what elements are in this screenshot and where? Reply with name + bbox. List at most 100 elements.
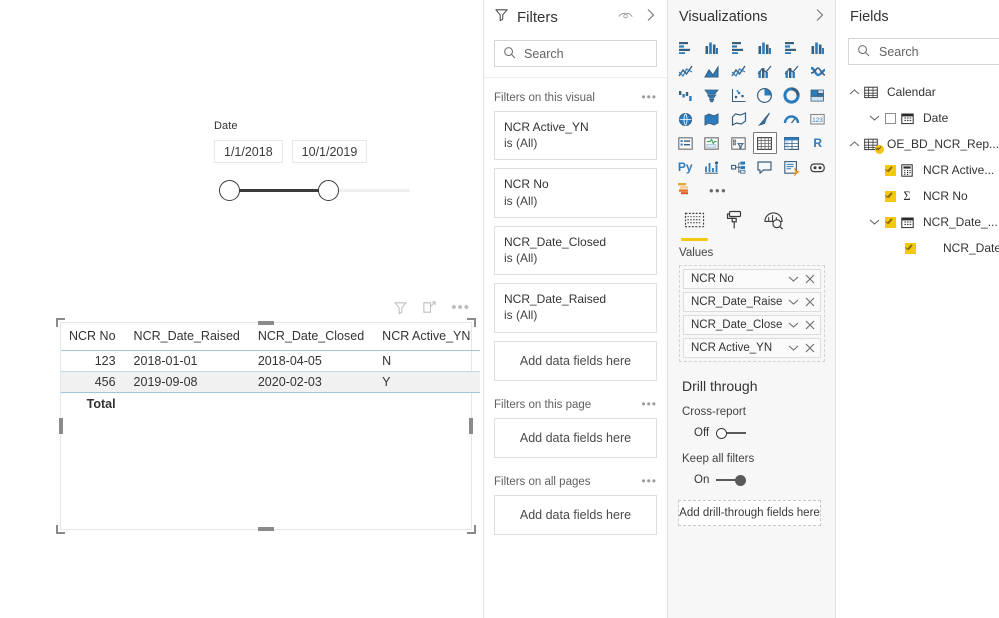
- matrix-icon[interactable]: [779, 132, 804, 154]
- multi-row-card-icon[interactable]: [673, 132, 698, 154]
- resize-handle-right[interactable]: [469, 418, 473, 434]
- chevron-down-icon[interactable]: [866, 218, 882, 226]
- arcgis-map-icon[interactable]: [753, 108, 778, 130]
- card-icon[interactable]: 123: [806, 108, 831, 130]
- filter-icon[interactable]: [393, 300, 408, 315]
- more-options-icon[interactable]: •••: [451, 300, 470, 315]
- chevron-right-icon[interactable]: [814, 8, 825, 27]
- fields-tree-item[interactable]: NCR_Date_...: [836, 209, 999, 235]
- focus-mode-icon[interactable]: [422, 300, 437, 315]
- clustered-column-chart-icon[interactable]: [753, 36, 778, 58]
- column-header-ncr-no[interactable]: NCR No: [61, 323, 126, 351]
- eye-icon[interactable]: [618, 8, 633, 26]
- treemap-icon[interactable]: [806, 84, 831, 106]
- chevron-down-icon[interactable]: [788, 275, 799, 283]
- stacked-column-chart-icon[interactable]: [700, 36, 725, 58]
- fields-tree-item[interactable]: NCR Active...: [836, 157, 999, 183]
- resize-handle-top[interactable]: [258, 321, 274, 325]
- drill-through-dropzone[interactable]: Add drill-through fields here: [678, 500, 821, 526]
- keep-all-filters-toggle-row[interactable]: On: [682, 474, 825, 486]
- slicer-icon[interactable]: [726, 132, 751, 154]
- r-script-visual-icon[interactable]: R: [806, 132, 831, 154]
- gauge-icon[interactable]: [779, 108, 804, 130]
- field-checkbox-unchecked[interactable]: [882, 112, 898, 124]
- area-chart-icon[interactable]: [700, 60, 725, 82]
- field-checkbox-checked[interactable]: [882, 190, 898, 202]
- filter-dropzone[interactable]: Add data fields here: [494, 417, 657, 458]
- table-visual-container[interactable]: NCR No NCR_Date_Raised NCR_Date_Closed N…: [56, 318, 481, 534]
- resize-handle-bottom-left[interactable]: [56, 525, 65, 534]
- cross-report-toggle-row[interactable]: Off: [682, 427, 825, 439]
- donut-chart-icon[interactable]: [779, 84, 804, 106]
- filter-card[interactable]: NCR_Date_Raised is (All): [494, 283, 657, 333]
- stacked-bar-chart-icon[interactable]: [673, 36, 698, 58]
- table-row[interactable]: 123 2018-01-01 2018-04-05 N: [61, 351, 480, 372]
- table-visual[interactable]: ••• NCR No NCR_Date_Raised NCR_Date_Clos…: [56, 300, 481, 534]
- 100-stacked-column-chart-icon[interactable]: [806, 36, 831, 58]
- cross-report-toggle[interactable]: [716, 427, 747, 439]
- chevron-right-icon[interactable]: [645, 8, 656, 27]
- python-visual-icon[interactable]: Py: [673, 156, 698, 178]
- date-slicer-start-input[interactable]: 1/1/2018: [214, 140, 283, 163]
- date-slicer-track[interactable]: [214, 173, 414, 207]
- field-checkbox-checked[interactable]: [882, 164, 898, 176]
- clustered-bar-chart-icon[interactable]: [726, 36, 751, 58]
- more-visuals-icon[interactable]: •••: [709, 183, 727, 198]
- chevron-up-icon[interactable]: [846, 88, 862, 96]
- remove-field-icon[interactable]: [805, 320, 815, 330]
- resize-handle-top-right[interactable]: [467, 318, 476, 327]
- chevron-down-icon[interactable]: [866, 114, 882, 122]
- filter-card[interactable]: NCR_Date_Closed is (All): [494, 225, 657, 276]
- ribbon-chart-icon[interactable]: [806, 60, 831, 82]
- fields-search-input[interactable]: Search: [848, 38, 999, 65]
- section-more-options-icon[interactable]: •••: [641, 397, 657, 411]
- decomposition-tree-icon[interactable]: [726, 156, 751, 178]
- fields-tree-item[interactable]: Calendar: [836, 79, 999, 105]
- chevron-down-icon[interactable]: [788, 298, 799, 306]
- filter-dropzone[interactable]: Add data fields here: [494, 340, 657, 381]
- resize-handle-left[interactable]: [59, 418, 63, 434]
- section-more-options-icon[interactable]: •••: [641, 90, 657, 104]
- paginated-report-icon[interactable]: [677, 180, 693, 201]
- column-header-ncr-date-closed[interactable]: NCR_Date_Closed: [249, 323, 375, 351]
- table-icon[interactable]: [752, 132, 777, 154]
- tab-format[interactable]: [725, 210, 743, 241]
- resize-handle-bottom[interactable]: [258, 527, 274, 531]
- keep-all-filters-toggle[interactable]: [716, 474, 747, 486]
- field-checkbox-checked[interactable]: [902, 242, 918, 254]
- value-well-chip[interactable]: NCR_Date_Raised: [683, 292, 821, 312]
- filled-map-icon[interactable]: [700, 108, 725, 130]
- values-well-container[interactable]: NCR No NCR_Date_Raised NCR_Date_Closed NCR …: [679, 265, 825, 362]
- resize-handle-bottom-right[interactable]: [467, 525, 476, 534]
- 100-stacked-bar-chart-icon[interactable]: [779, 36, 804, 58]
- stacked-area-chart-icon[interactable]: [726, 60, 751, 82]
- slider-handle-start[interactable]: [219, 180, 240, 201]
- fields-tree-item[interactable]: NCR_Date_...: [836, 235, 999, 261]
- tab-analytics[interactable]: [763, 211, 784, 241]
- filter-card[interactable]: NCR No is (All): [494, 168, 657, 218]
- filter-card[interactable]: NCR Active_YN is (All): [494, 111, 657, 161]
- value-well-chip[interactable]: NCR Active_YN: [683, 338, 821, 358]
- report-canvas[interactable]: Date 1/1/2018 10/1/2019 ••• NCR No NCR_D…: [0, 0, 483, 618]
- field-checkbox-checked[interactable]: [882, 216, 898, 228]
- smart-narrative-icon[interactable]: [779, 156, 804, 178]
- section-more-options-icon[interactable]: •••: [641, 474, 657, 488]
- column-header-ncr-active-yn[interactable]: NCR Active_YN: [374, 323, 481, 351]
- funnel-chart-icon[interactable]: [700, 84, 725, 106]
- column-header-ncr-date-raised[interactable]: NCR_Date_Raised: [125, 323, 250, 351]
- pie-chart-icon[interactable]: [753, 84, 778, 106]
- date-slicer-visual[interactable]: Date 1/1/2018 10/1/2019: [214, 120, 414, 207]
- filter-dropzone[interactable]: Add data fields here: [494, 494, 657, 535]
- shape-map-icon[interactable]: [726, 108, 751, 130]
- kpi-icon[interactable]: [700, 132, 725, 154]
- line-stacked-column-chart-icon[interactable]: [753, 60, 778, 82]
- tab-fields[interactable]: [681, 211, 708, 241]
- scatter-chart-icon[interactable]: [726, 84, 751, 106]
- line-chart-icon[interactable]: [673, 60, 698, 82]
- chevron-down-icon[interactable]: [788, 344, 799, 352]
- chevron-up-icon[interactable]: [846, 140, 862, 148]
- table-row[interactable]: 456 2019-09-08 2020-02-03 Y: [61, 371, 481, 393]
- line-clustered-column-chart-icon[interactable]: [779, 60, 804, 82]
- q-and-a-icon[interactable]: [753, 156, 778, 178]
- filters-search-input[interactable]: Search: [494, 40, 657, 67]
